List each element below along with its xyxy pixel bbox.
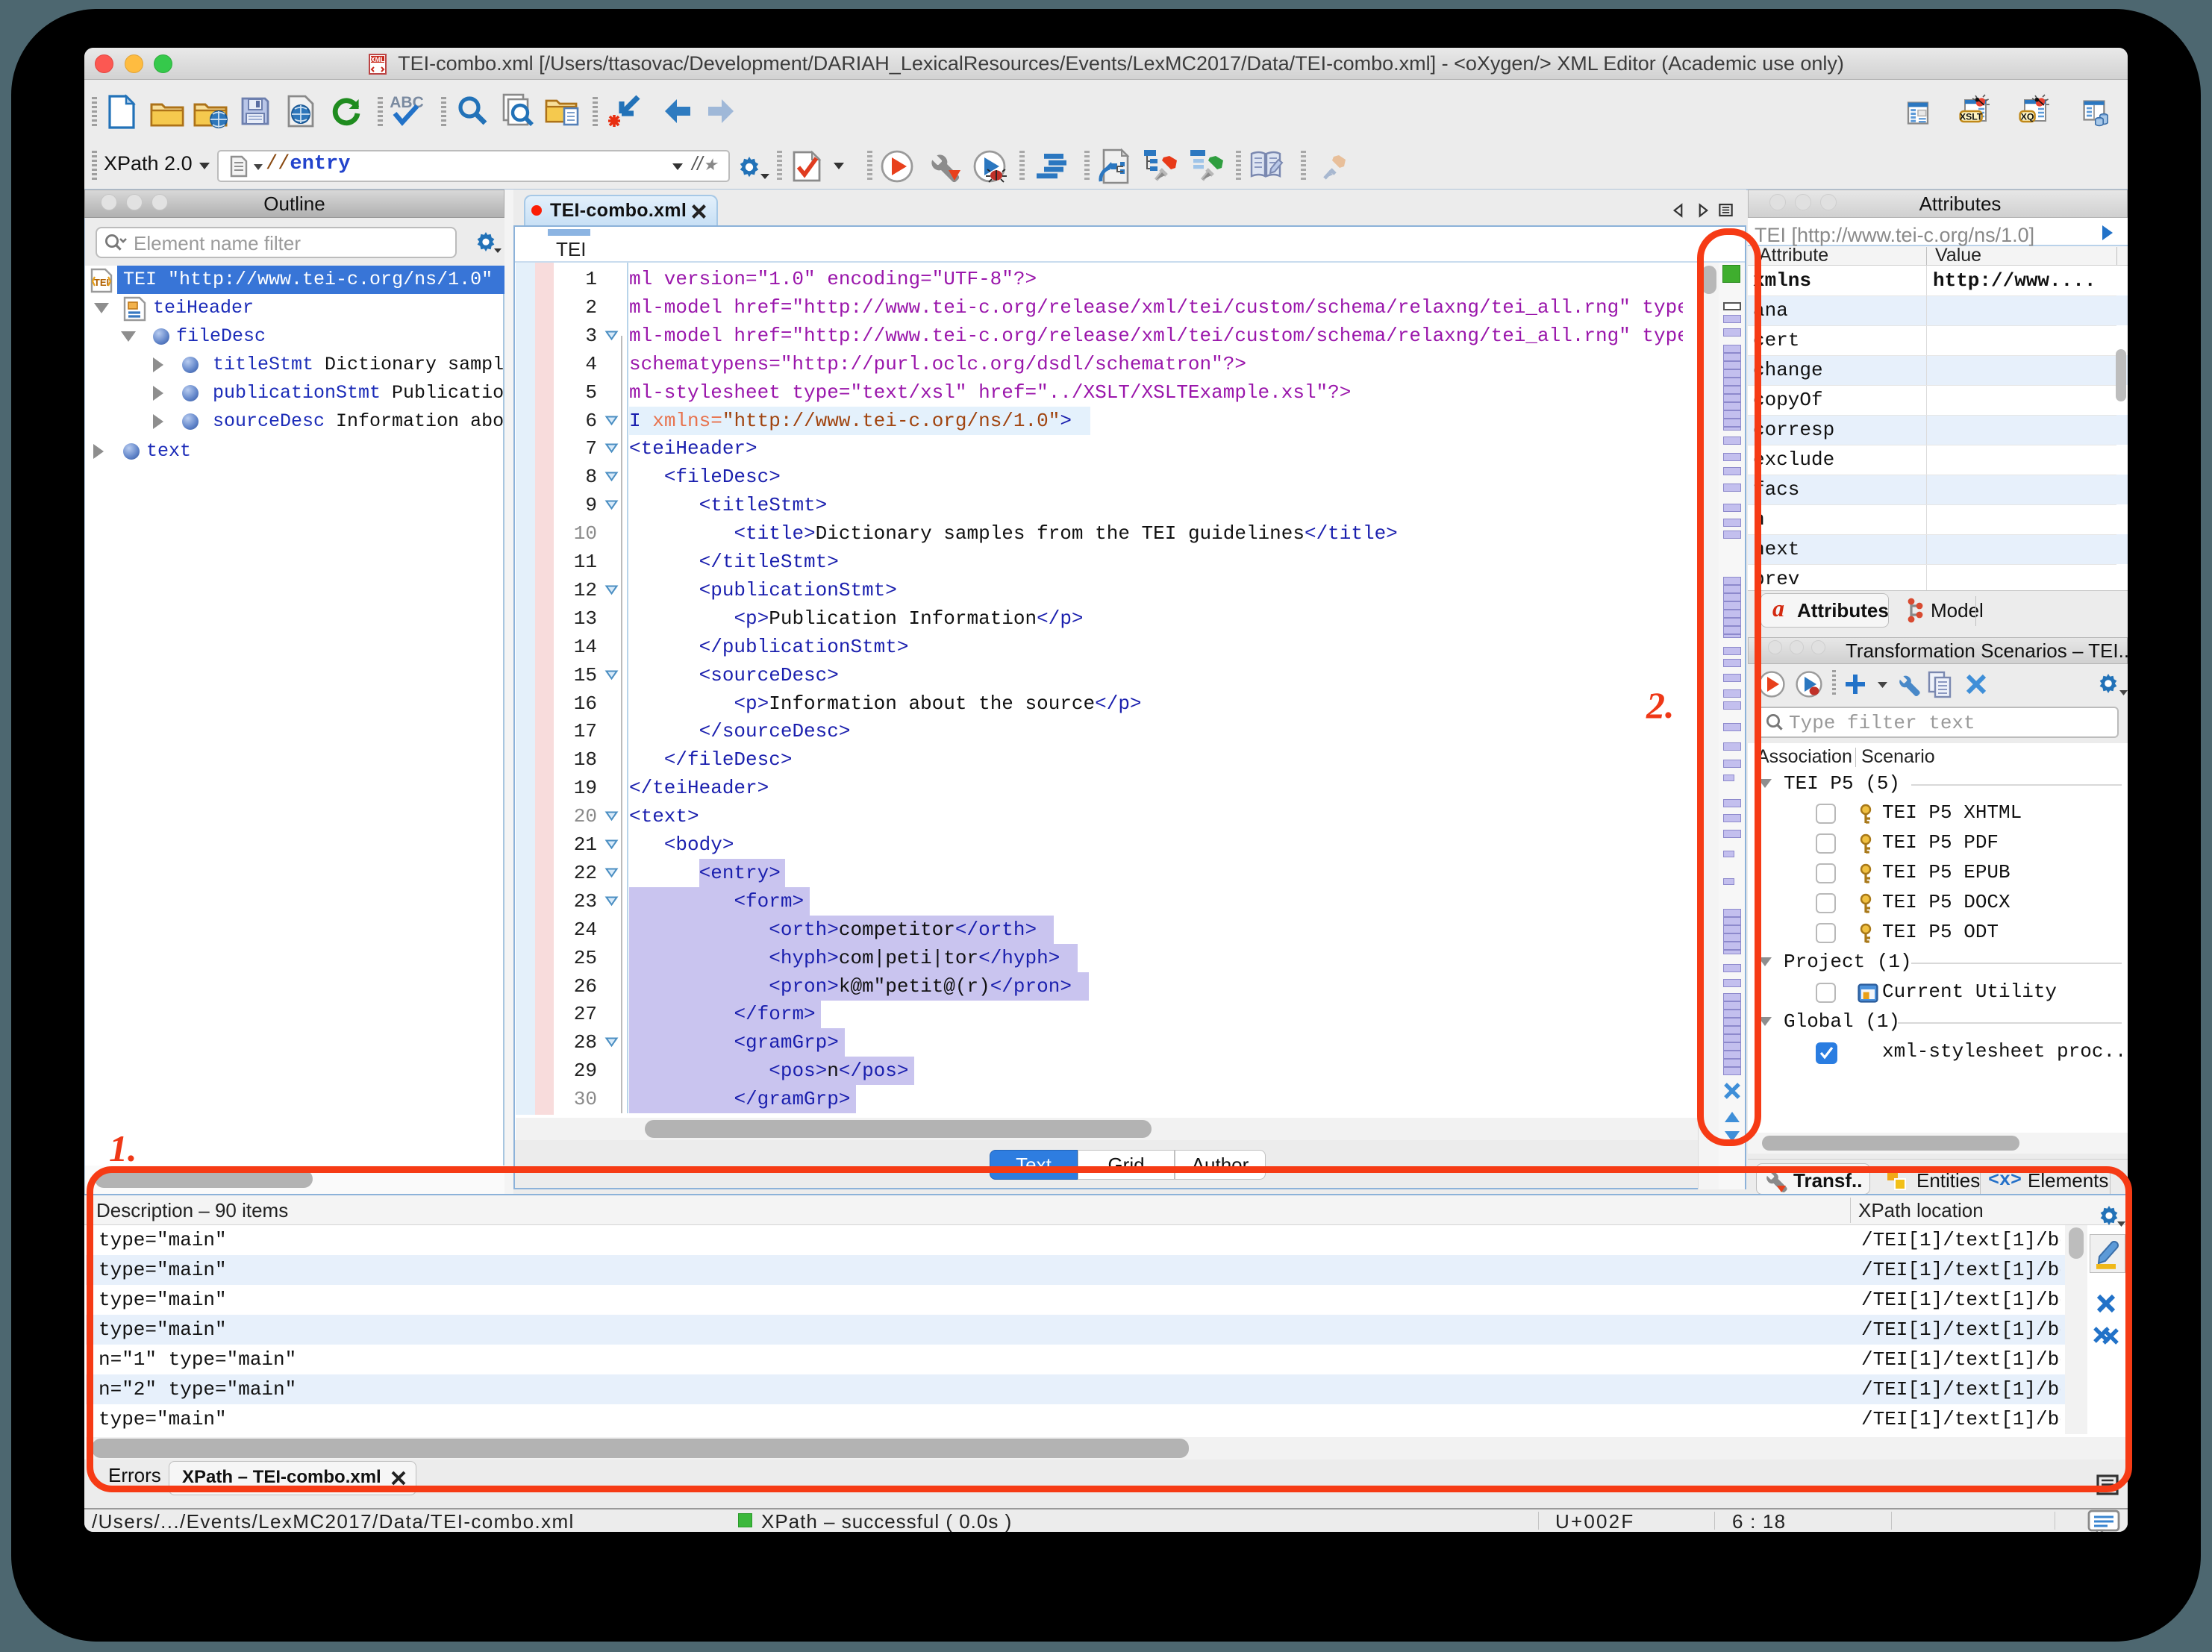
svg-text:XQ: XQ	[2021, 111, 2034, 122]
svg-text:XSLT: XSLT	[1960, 111, 1983, 122]
svg-text:ABC: ABC	[390, 94, 424, 111]
svg-text:TEI: TEI	[94, 277, 109, 288]
